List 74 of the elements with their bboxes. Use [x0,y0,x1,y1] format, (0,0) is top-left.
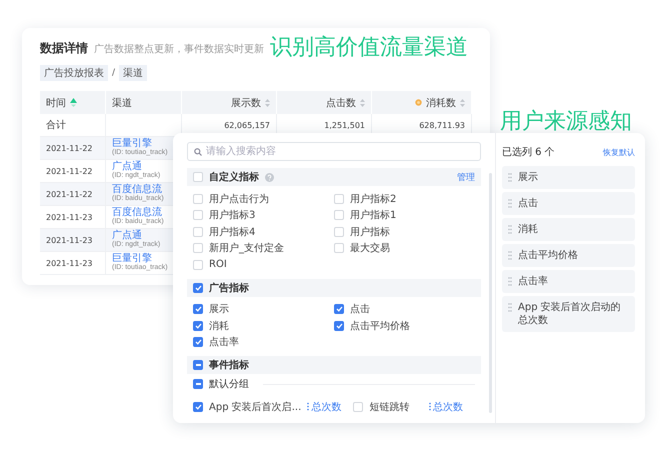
reset-link[interactable]: 恢复默认 [603,146,635,158]
headline: 识别高价值流量渠道 [270,37,468,59]
option-label: 点击平均价格 [350,320,410,333]
selected-column-item[interactable]: 点击 [502,192,635,215]
sort-icon[interactable] [360,98,365,106]
table-cell: 2021-11-23 [40,206,106,229]
option-label: ROI [209,259,227,270]
breadcrumb-separator: / [112,68,116,78]
option-label: App 安装后首次启... [209,400,302,414]
table-cell: 2021-11-22 [40,183,106,206]
checkbox[interactable] [334,320,344,331]
selected-column-item[interactable]: 展示 [502,166,635,189]
channel-link[interactable]: 百度信息流 [112,184,175,195]
checkbox[interactable] [193,320,203,331]
selected-column-item[interactable]: 点击率 [502,270,635,293]
selected-column-item[interactable]: App 安装后首次启动的总次数 [502,296,635,332]
column-label: 渠道 [112,96,132,110]
option-label: 用户指标1 [350,208,396,222]
manage-link[interactable]: 管理 [457,170,475,184]
group-name: 广告指标 [209,281,249,294]
option-label: 展示 [209,303,229,316]
table-cell: 2021-11-22 [40,160,106,183]
column-label: 展示数 [231,96,261,110]
dots-icon [307,402,310,412]
channel-link[interactable]: 广点通 [112,162,175,172]
report-title: 数据详情 [40,40,88,57]
checkbox[interactable] [193,282,203,292]
report-subtitle: 广告数据整点更新，事件数据实时更新 [94,42,264,56]
help-icon[interactable] [265,172,274,182]
column-label: 时间 [46,96,66,110]
checkbox[interactable] [334,304,344,314]
option-label: 消耗 [209,320,229,333]
option-label: 用户指标2 [350,192,396,206]
column-label: 点击数 [326,96,356,110]
group-name: 自定义指标 [209,170,259,184]
option-label: 点击 [350,302,370,316]
metric-link[interactable]: 总次数 [307,400,342,414]
table-cell: 2021-11-23 [40,252,106,275]
sort-icon[interactable] [265,98,270,106]
coin-icon [415,99,422,106]
option-label: 用户点击行为 [209,192,269,206]
checkbox[interactable] [193,360,203,370]
sort-icon[interactable] [70,98,77,107]
option-label: 点击率 [209,336,239,350]
table-cell: 2021-11-23 [40,229,106,252]
sort-icon[interactable] [460,98,465,106]
table-cell: 合计 [40,114,106,137]
option-label: 最大交易 [350,242,390,256]
breadcrumb-item[interactable]: 广告投放报表 [40,65,108,81]
channel-link[interactable]: 巨量引擎 [112,138,175,149]
selected-column-item[interactable]: 点击平均价格 [502,244,635,267]
table-cell: 2021-11-22 [40,137,106,160]
selected-count: 已选列 6 个 [502,146,555,159]
channel-link[interactable]: 广点通 [112,230,175,241]
checkbox[interactable] [193,337,203,348]
column-label: 消耗数 [426,96,456,110]
option-label: 用户指标4 [209,226,256,239]
checkbox[interactable] [193,379,203,389]
group-name: 事件指标 [209,358,249,372]
channel-link[interactable]: 巨量引擎 [112,254,175,264]
breadcrumb-item[interactable]: 渠道 [119,65,148,81]
checkbox[interactable] [193,304,203,314]
option-label: 用户指标3 [209,208,256,222]
search-field[interactable]: 请输入搜索内容 [187,142,481,161]
selected-column-item[interactable]: 消耗 [502,218,635,241]
option-label: 新用户_支付定金 [209,242,284,256]
search-icon [194,148,202,156]
subgroup-name: 默认分组 [209,378,249,391]
option-label: 短链跳转 [369,400,410,414]
headline: 用户来源感知 [500,111,632,133]
channel-link[interactable]: 百度信息流 [112,208,175,218]
option-label: 用户指标 [350,226,390,239]
checkbox[interactable] [193,402,203,412]
metric-link[interactable]: 总次数 [429,400,463,414]
